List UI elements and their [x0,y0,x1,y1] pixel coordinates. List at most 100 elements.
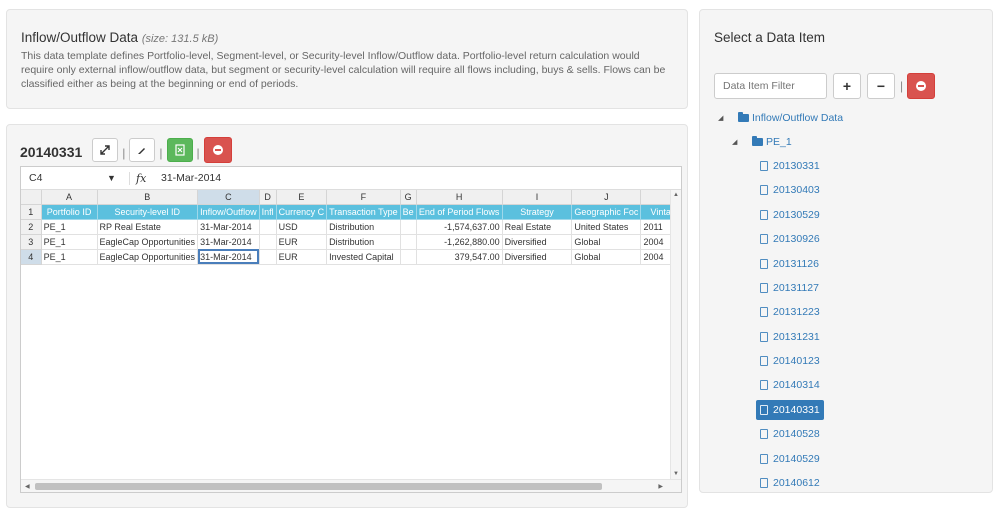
table-cell[interactable] [259,249,277,265]
header-cell[interactable]: Portfolio ID [41,204,98,220]
table-cell[interactable]: Real Estate [502,219,573,235]
column-header[interactable]: H [416,190,503,205]
tree-item-label: 20130926 [773,233,820,245]
row-header[interactable]: 2 [21,219,42,235]
chevron-down-icon[interactable]: ▼ [107,173,129,183]
caret-down-icon[interactable]: ◢ [732,138,737,146]
header-cell[interactable]: End of Period Flows [416,204,503,220]
tree-item-label: 20130403 [773,184,820,196]
delete-sheet-button[interactable] [203,137,232,163]
tree-item[interactable]: 20130529 [756,205,824,225]
tree-item[interactable]: 20131126 [756,254,823,274]
header-cell[interactable]: Transaction Type [326,204,401,220]
table-cell[interactable] [259,234,277,250]
column-header[interactable]: J [571,190,642,205]
data-item-panel: Select a Data Item + − | ◢ Inflow/Outflo… [699,9,993,493]
scroll-left-icon[interactable]: ◀ [25,483,30,490]
scroll-right-icon[interactable]: ▶ [658,483,663,490]
active-cell[interactable]: 31-Mar-2014 [197,249,260,265]
column-header[interactable]: A [41,190,98,205]
tree-item[interactable]: 20131231 [756,327,824,347]
header-cell[interactable]: Security-level ID [97,204,199,220]
expand-all-button[interactable]: + [833,73,861,99]
row-header[interactable]: 1 [21,204,42,220]
tree-node-root[interactable]: ◢ Inflow/Outflow Data [718,112,843,124]
tree-item[interactable]: 20131127 [756,278,823,298]
column-header[interactable]: G [400,190,417,205]
table-cell[interactable] [400,234,417,250]
scroll-up-icon[interactable]: ▲ [673,192,679,198]
column-header[interactable]: I [502,190,573,205]
table-cell[interactable]: PE_1 [41,219,98,235]
column-header[interactable]: D [259,190,277,205]
scrollbar-thumb[interactable] [35,483,602,490]
file-icon [760,405,768,415]
tree-item[interactable]: 20130403 [756,180,824,200]
table-cell[interactable]: EUR [276,234,328,250]
header-cell[interactable]: Geographic Foc [571,204,642,220]
header-cell[interactable]: Infl [259,204,277,220]
expand-button[interactable] [92,138,119,162]
pencil-icon [138,148,146,154]
tree-item[interactable]: 20140612 [756,473,824,492]
column-header[interactable]: C [197,190,260,205]
table-cell[interactable]: 31-Mar-2014 [197,234,260,250]
table-cell[interactable]: 31-Mar-2014 [197,219,260,235]
vertical-scrollbar[interactable]: ▲ ▼ [670,190,681,479]
row-header[interactable]: 3 [21,234,42,250]
table-cell[interactable]: USD [276,219,328,235]
tree-item[interactable]: 20140123 [756,351,824,371]
file-icon [760,283,768,293]
table-cell[interactable]: RP Real Estate [97,219,199,235]
table-row: 2 PE_1 RP Real Estate 31-Mar-2014 USD Di… [21,219,681,235]
table-cell[interactable] [400,219,417,235]
column-header[interactable]: F [326,190,401,205]
table-cell[interactable]: EagleCap Opportunities [97,249,199,265]
column-header[interactable]: E [276,190,328,205]
header-cell[interactable]: Inflow/Outflow [197,204,260,220]
table-cell[interactable]: Distribution [326,219,401,235]
table-cell[interactable]: PE_1 [41,249,98,265]
table-cell[interactable]: -1,574,637.00 [416,219,503,235]
header-cell[interactable]: Strategy [502,204,573,220]
table-cell[interactable]: Invested Capital [326,249,401,265]
corner-cell[interactable] [21,190,42,205]
header-cell[interactable]: Currency C [276,204,328,220]
table-cell[interactable] [400,249,417,265]
tree-item[interactable]: 20140314 [756,375,824,395]
table-cell[interactable]: United States [571,219,642,235]
row-header[interactable]: 4 [21,249,42,265]
table-cell[interactable]: EUR [276,249,328,265]
spreadsheet-grid[interactable]: C4 ▼ fx 31-Mar-2014 A B C D E F G H I J [20,166,682,493]
table-cell[interactable]: Distribution [326,234,401,250]
table-cell[interactable] [259,219,277,235]
edit-button[interactable] [129,138,156,162]
tree-item[interactable]: 20140529 [756,449,824,469]
header-cell[interactable]: Be [400,204,417,220]
table-cell[interactable]: PE_1 [41,234,98,250]
table-cell[interactable]: 379,547.00 [416,249,503,265]
formula-input[interactable]: 31-Mar-2014 [149,172,221,184]
table-cell[interactable]: -1,262,880.00 [416,234,503,250]
tree-item[interactable]: 20140528 [756,424,824,444]
scroll-down-icon[interactable]: ▼ [673,471,679,477]
tree-node-pe1[interactable]: ◢ PE_1 [732,136,792,148]
table-cell[interactable]: Diversified [502,234,573,250]
table-cell[interactable]: Global [571,234,642,250]
cell-reference[interactable]: C4 [21,172,107,184]
tree-item[interactable]: 20130331 [756,156,824,176]
tree-item[interactable]: 20131223 [756,302,824,322]
fx-label: fx [129,171,149,185]
tree-item-selected[interactable]: 20140331 [756,400,824,420]
column-header[interactable]: B [97,190,199,205]
table-cell[interactable]: EagleCap Opportunities [97,234,199,250]
delete-item-button[interactable] [907,73,936,99]
export-excel-button[interactable] [166,138,193,162]
collapse-all-button[interactable]: − [867,73,895,99]
horizontal-scrollbar[interactable]: ◀ ▶ [21,479,681,492]
tree-item[interactable]: 20130926 [756,229,824,249]
table-cell[interactable]: Global [571,249,642,265]
caret-down-icon[interactable]: ◢ [718,114,723,122]
data-item-filter-input[interactable] [714,73,827,99]
table-cell[interactable]: Diversified [502,249,573,265]
